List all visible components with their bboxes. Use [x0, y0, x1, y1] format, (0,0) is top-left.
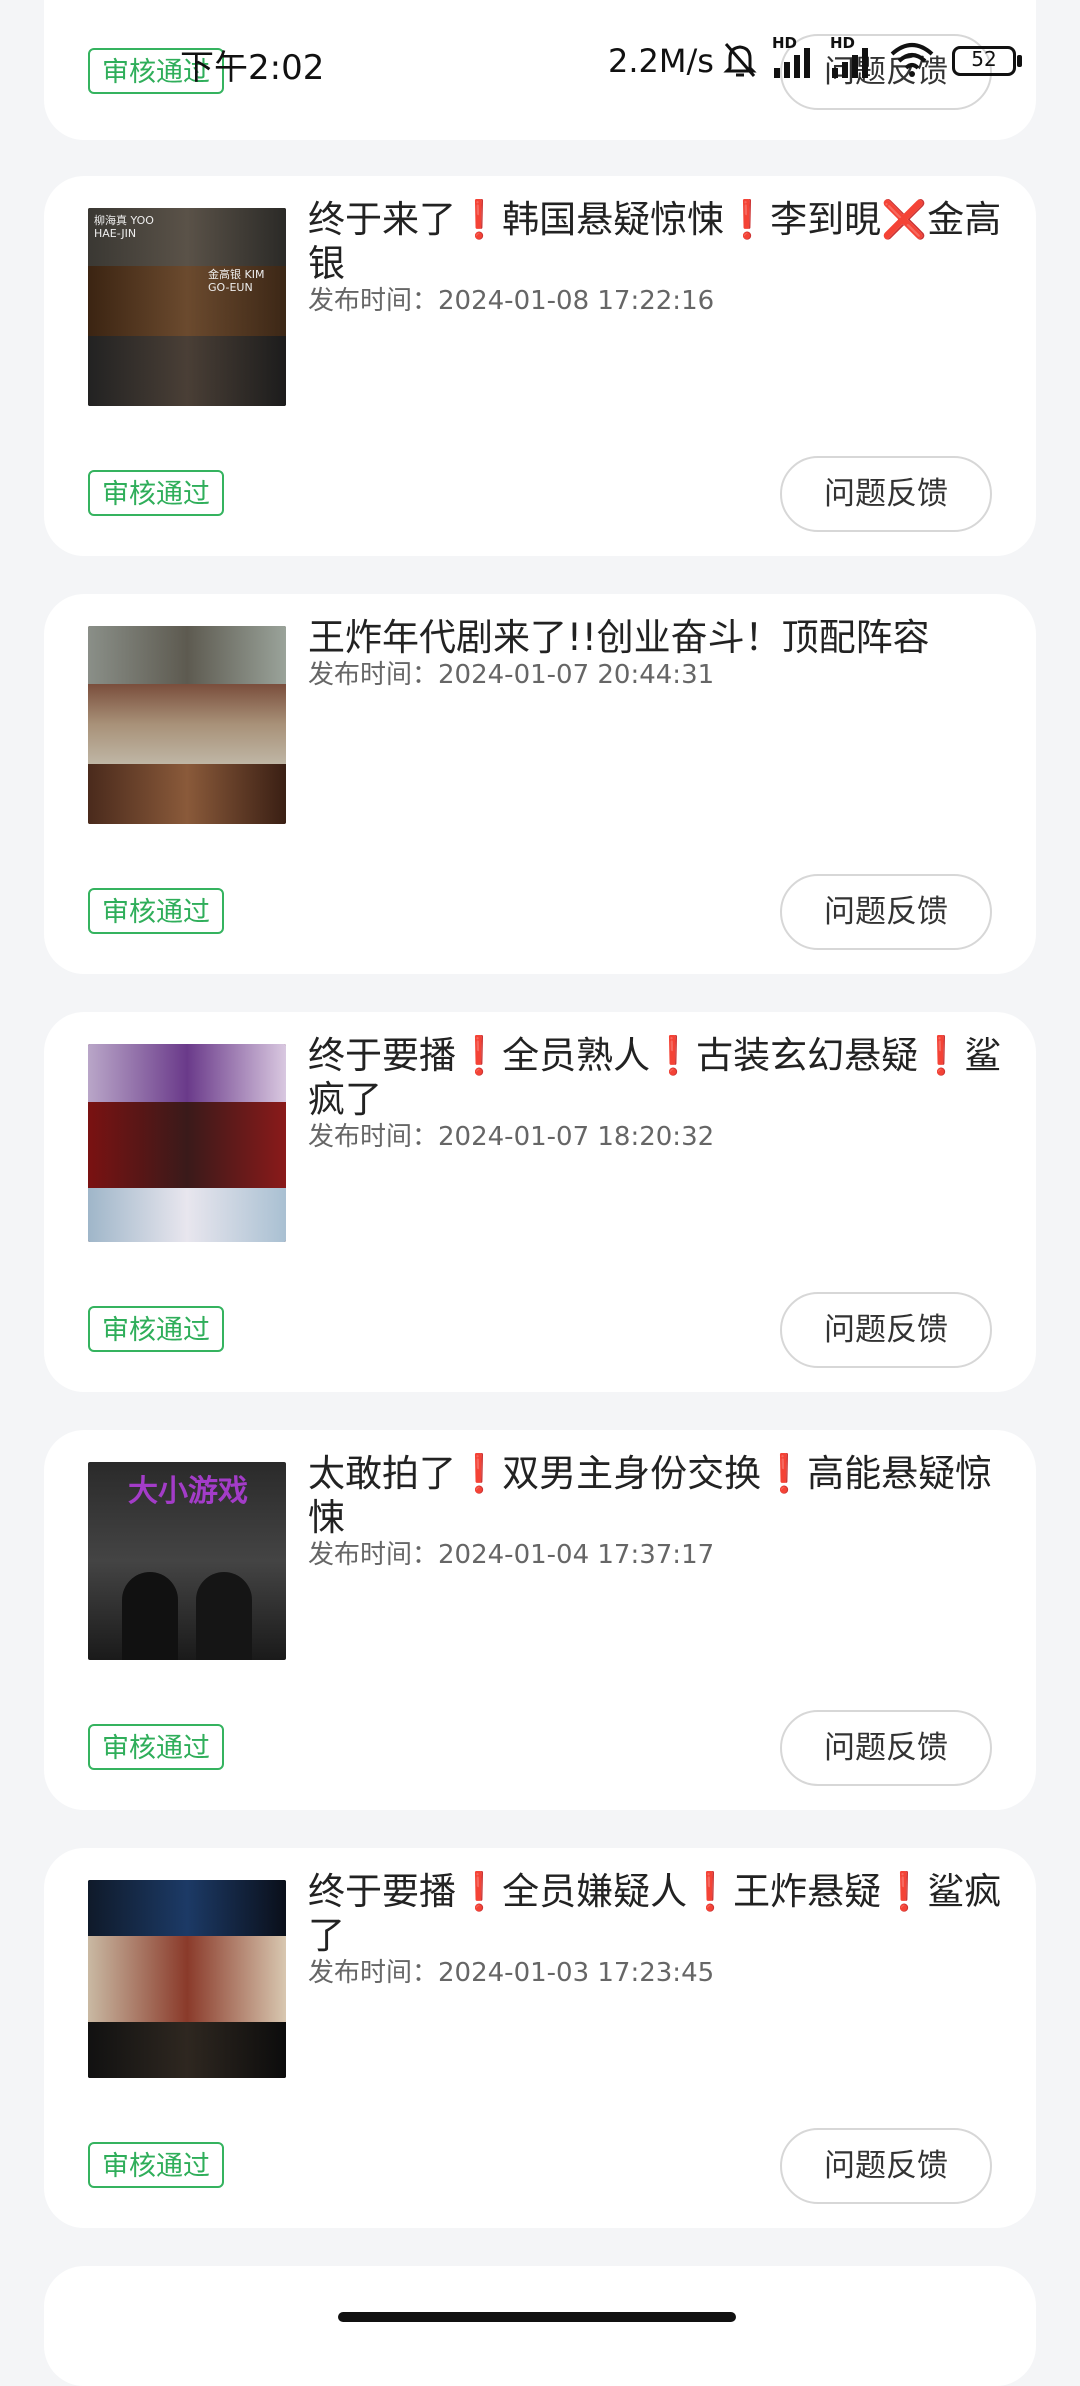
- thumb-band: [88, 1044, 286, 1102]
- publish-time: 发布时间：2024-01-08 17:22:16: [308, 280, 714, 317]
- video-thumbnail: [88, 1880, 286, 2078]
- thumb-figure: [122, 1572, 178, 1660]
- video-title: 太敢拍了❗双男主身份交换❗高能悬疑惊悚: [308, 1452, 993, 1539]
- status-badge: 审核通过: [88, 1306, 224, 1352]
- video-title: 终于要播❗全员嫌疑人❗王炸悬疑❗鲨疯了: [308, 1870, 1002, 1957]
- video-thumbnail: [88, 1044, 286, 1242]
- status-time: 下午2:02: [180, 48, 325, 88]
- thumb-band: [88, 626, 286, 684]
- video-card[interactable]: 柳海真 YOO HAE-JIN 金高银 KIM GO-EUN 终于来了❗韩国悬疑…: [44, 176, 1036, 556]
- feedback-button[interactable]: 问题反馈: [780, 1292, 992, 1368]
- video-card[interactable]: 王炸年代剧来了!!创业奋斗！顶配阵容 发布时间：2024-01-07 20:44…: [44, 594, 1036, 974]
- status-badge: 审核通过: [88, 1724, 224, 1770]
- bell-muted-icon: [723, 43, 757, 77]
- battery-level: 52: [971, 47, 997, 71]
- battery-icon: 52: [952, 46, 1016, 76]
- thumb-band: [88, 1188, 286, 1242]
- publish-time-value: 2024-01-03 17:23:45: [438, 1958, 715, 1988]
- video-card[interactable]: 终于要播❗全员嫌疑人❗王炸悬疑❗鲨疯了 发布时间：2024-01-03 17:2…: [44, 1848, 1036, 2228]
- publish-time-value: 2024-01-04 17:37:17: [438, 1540, 715, 1570]
- video-title: 终于要播❗全员熟人❗古装玄幻悬疑❗鲨疯了: [308, 1034, 1002, 1121]
- publish-time: 发布时间：2024-01-07 18:20:32: [308, 1116, 714, 1153]
- feedback-button[interactable]: 问题反馈: [780, 456, 992, 532]
- publish-time-label: 发布时间：: [308, 286, 439, 316]
- signal-icon-2: [832, 48, 868, 78]
- thumb-figure: [196, 1572, 252, 1660]
- video-title: 终于来了❗韩国悬疑惊悚❗李到晛❌金高银: [308, 198, 1002, 285]
- feedback-button[interactable]: 问题反馈: [780, 1710, 992, 1786]
- thumb-band: [88, 684, 286, 764]
- wifi-icon: [890, 43, 934, 77]
- feedback-button[interactable]: 问题反馈: [780, 874, 992, 950]
- publish-time-value: 2024-01-07 18:20:32: [438, 1122, 715, 1152]
- publish-time-value: 2024-01-08 17:22:16: [438, 286, 715, 316]
- publish-time: 发布时间：2024-01-07 20:44:31: [308, 654, 714, 691]
- thumb-caption: 柳海真 YOO HAE-JIN: [94, 214, 154, 240]
- publish-time-value: 2024-01-07 20:44:31: [438, 660, 715, 690]
- network-speed: 2.2M/s: [608, 42, 714, 80]
- publish-time-label: 发布时间：: [308, 1122, 439, 1152]
- publish-time-label: 发布时间：: [308, 1958, 439, 1988]
- video-card-next[interactable]: [44, 2266, 1036, 2386]
- thumb-caption: 大小游戏: [128, 1474, 248, 1509]
- publish-time-label: 发布时间：: [308, 1540, 439, 1570]
- thumb-band: [88, 336, 286, 406]
- video-card[interactable]: 终于要播❗全员熟人❗古装玄幻悬疑❗鲨疯了 发布时间：2024-01-07 18:…: [44, 1012, 1036, 1392]
- video-thumbnail: 大小游戏: [88, 1462, 286, 1660]
- thumb-caption: 金高银 KIM GO-EUN: [208, 268, 265, 294]
- status-badge: 审核通过: [88, 2142, 224, 2188]
- status-badge: 审核通过: [88, 888, 224, 934]
- publish-time: 发布时间：2024-01-03 17:23:45: [308, 1952, 714, 1989]
- video-thumbnail: 柳海真 YOO HAE-JIN 金高银 KIM GO-EUN: [88, 208, 286, 406]
- thumb-band: [88, 764, 286, 824]
- home-indicator[interactable]: [338, 2312, 736, 2322]
- publish-time-label: 发布时间：: [308, 660, 439, 690]
- thumb-band: [88, 1102, 286, 1188]
- signal-icon: [774, 48, 810, 78]
- status-bar: 下午2:02 2.2M/s HD HD 52: [0, 0, 1080, 120]
- video-card[interactable]: 大小游戏 太敢拍了❗双男主身份交换❗高能悬疑惊悚 发布时间：2024-01-04…: [44, 1430, 1036, 1810]
- publish-time: 发布时间：2024-01-04 17:37:17: [308, 1534, 714, 1571]
- thumb-band: [88, 2022, 286, 2078]
- thumb-band: [88, 1880, 286, 1936]
- status-badge: 审核通过: [88, 470, 224, 516]
- feedback-button[interactable]: 问题反馈: [780, 2128, 992, 2204]
- video-thumbnail: [88, 626, 286, 824]
- battery-tip: [1017, 55, 1022, 67]
- thumb-band: [88, 1936, 286, 2022]
